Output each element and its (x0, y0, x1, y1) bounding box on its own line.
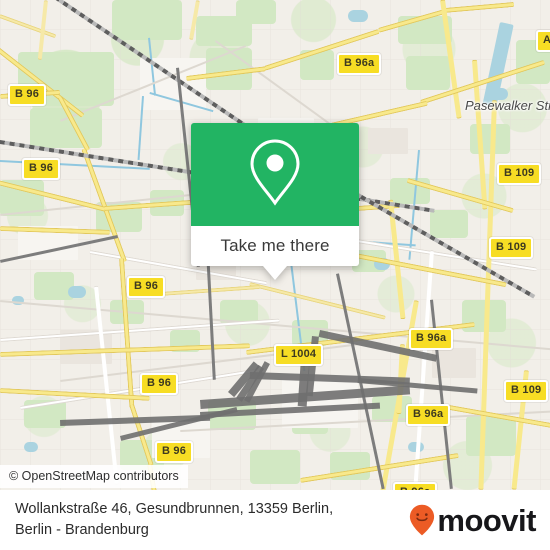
address-text: Wollankstraße 46, Gesundbrunnen, 13359 B… (15, 499, 333, 540)
road-shield-b109-lower[interactable]: B 109 (504, 380, 549, 402)
park-area (34, 272, 74, 300)
map-screenshot: Pasewalker Stra B 96a A B 96 B 109 B 96 … (0, 0, 550, 550)
moovit-wordmark: moovit (437, 502, 536, 538)
park-area (112, 0, 182, 40)
road-shield-b96-mid[interactable]: B 96 (127, 276, 166, 298)
address-line-2: Berlin - Brandenburg (15, 522, 149, 538)
road-shield-l1004[interactable]: L 1004 (274, 344, 324, 366)
road-shield-b96a-top[interactable]: B 96a (337, 53, 382, 75)
park-area (430, 210, 468, 238)
water-body (348, 10, 368, 22)
road-shield-b96a-lower[interactable]: B 96a (406, 404, 451, 426)
popup-header (191, 123, 359, 226)
road-shield-clipped-right[interactable]: A (536, 30, 550, 52)
map-attribution[interactable]: © OpenStreetMap contributors (0, 465, 188, 488)
map-canvas[interactable]: Pasewalker Stra B 96a A B 96 B 109 B 96 … (0, 0, 550, 490)
water-body (24, 442, 38, 452)
road-shield-b109-right[interactable]: B 109 (497, 163, 542, 185)
take-me-there-label: Take me there (220, 236, 330, 255)
street-label-pasewalker: Pasewalker Stra (465, 98, 550, 113)
road-shield-b96-bottom[interactable]: B 96 (155, 441, 194, 463)
park-area (250, 450, 300, 484)
park-area (406, 56, 450, 90)
take-me-there-popup[interactable]: Take me there (191, 123, 359, 280)
road-shield-b96-lower[interactable]: B 96 (140, 373, 179, 395)
road-shield-b109-right2[interactable]: B 109 (489, 237, 534, 259)
water-body (68, 286, 86, 298)
park-area (236, 0, 276, 24)
address-line-1: Wollankstraße 46, Gesundbrunnen, 13359 B… (15, 501, 334, 518)
park-area (466, 416, 516, 456)
road-shield-b96-left[interactable]: B 96 (22, 158, 61, 180)
map-pin-icon (247, 137, 303, 212)
road-shield-b96a-bottom[interactable]: B 96a (393, 482, 438, 490)
popup-action-bar[interactable]: Take me there (191, 226, 359, 266)
road-shield-b96a-midright[interactable]: B 96a (409, 328, 454, 350)
building-block (368, 128, 408, 154)
popup-tail (263, 266, 287, 280)
road-shield-b96-topleft[interactable]: B 96 (8, 84, 47, 106)
moovit-smiley-pin-icon (409, 504, 435, 536)
moovit-logo[interactable]: moovit (409, 504, 536, 536)
footer-bar: Wollankstraße 46, Gesundbrunnen, 13359 B… (0, 490, 550, 550)
